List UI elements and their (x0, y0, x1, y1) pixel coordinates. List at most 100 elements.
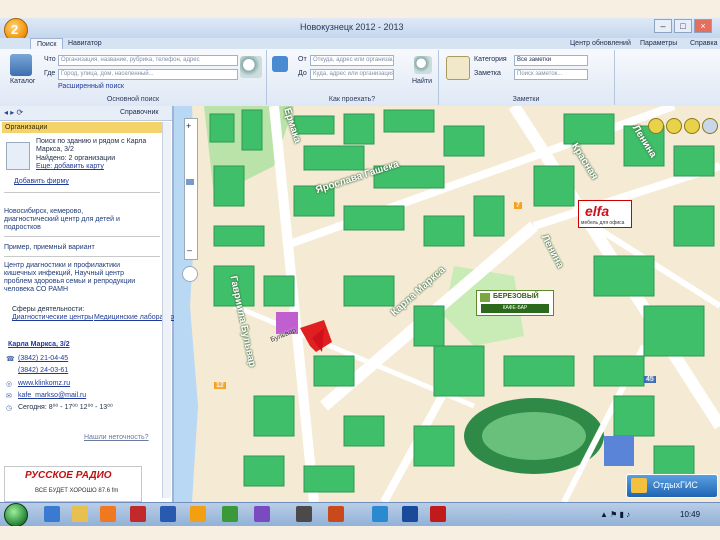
zoom-out-icon[interactable]: – (187, 245, 192, 255)
website-link[interactable]: www.klinkomz.ru (18, 380, 70, 388)
activities-label: Сферы деятельности: (12, 306, 85, 313)
extended-search-link[interactable]: Расширенный поиск (58, 83, 124, 90)
route-to-input[interactable]: Куда, адрес или организация (310, 69, 394, 80)
route-from-input[interactable]: Откуда, адрес или организация (310, 55, 394, 66)
organizations-header: Организации (2, 122, 165, 133)
notes-icon[interactable] (446, 56, 470, 80)
window-title: Новокузнецк 2012 - 2013 (300, 22, 404, 32)
map-canvas[interactable]: Ермака Ярослава Гашека Красная Ленина Ле… (174, 106, 720, 502)
search-icon[interactable] (240, 56, 262, 78)
taskbar-skype-icon[interactable] (372, 506, 388, 522)
berezovy-poi[interactable]: БЕРЕЗОВЫЙ КАФЕ-БАР (476, 290, 554, 316)
route-find-icon[interactable] (414, 56, 432, 74)
taskbar-opera-icon[interactable] (130, 506, 146, 522)
result-line-1: Поиск по зданию и рядом с Карла (36, 138, 147, 145)
org1-line-1[interactable]: Новосибирск, кемерово, (4, 208, 83, 216)
activity-diagnostic-link[interactable]: Диагностические центры (12, 314, 93, 322)
hours-text: Сегодня: 8⁰⁰ - 17⁰⁰ 12⁰⁰ - 13⁰⁰ (18, 404, 113, 411)
search-group: Каталог Что Организация, название, рубри… (0, 50, 267, 105)
catalog-icon[interactable] (10, 54, 32, 76)
app-logo-icon: 2 (11, 22, 19, 37)
left-panel-scrollbar[interactable] (162, 122, 171, 498)
phone-2[interactable]: (3842) 24-03-61 (18, 367, 68, 375)
berezovy-title: БЕРЕЗОВЫЙ (493, 293, 539, 300)
taskbar-clock[interactable]: 10:49 (680, 510, 700, 519)
tray-icons[interactable]: ▲ ⚑ ▮ ♪ (600, 510, 630, 519)
taskbar-media-icon[interactable] (100, 506, 116, 522)
map-tool-print-icon[interactable] (666, 118, 682, 134)
notes-category-select[interactable]: Все заметки (514, 55, 588, 66)
minimize-button[interactable]: – (654, 19, 672, 33)
globe-icon: ◎ (6, 381, 13, 388)
help-link[interactable]: Справка (690, 38, 717, 49)
otdyhgis-button[interactable]: ОтдыхГИС (626, 474, 718, 498)
result-line-4[interactable]: Еще: добавить карту (36, 163, 104, 171)
map-graphics (174, 106, 720, 502)
catalog-button[interactable]: Каталог (10, 78, 35, 85)
search-group-label: Основной поиск (106, 96, 160, 103)
zoom-slider[interactable]: + – (184, 118, 198, 260)
route-find-button[interactable]: Найти (412, 78, 432, 85)
where-input[interactable]: Город, улица, дом, населенный... (58, 69, 238, 80)
route-group-label: Как проехать? (328, 96, 376, 103)
map-search-icon[interactable] (182, 266, 198, 282)
taskbar-2gis-icon[interactable] (190, 506, 206, 522)
document-icon (6, 142, 30, 170)
zoom-in-icon[interactable]: + (186, 121, 191, 131)
nav-arrows-icon[interactable]: ◂ ▸ ⟳ (4, 108, 23, 117)
elfa-subtitle: мебель для офиса (581, 220, 625, 226)
org3-line-4[interactable]: человека СО РАМН (4, 286, 68, 294)
leaf-icon (480, 293, 490, 302)
org3-line-3[interactable]: проблем здоровья семьи и репродукции (4, 278, 135, 286)
otdyhgis-icon (631, 478, 647, 493)
taskbar-app2-icon[interactable] (296, 506, 312, 522)
notes-group: Категория Все заметки Заметка Поиск заме… (438, 50, 615, 105)
taskbar-excel-icon[interactable] (222, 506, 238, 522)
poi-number-1[interactable]: 12 (214, 382, 226, 389)
taskbar-app3-icon[interactable] (402, 506, 418, 522)
add-firm-link[interactable]: Добавить фирму (14, 178, 69, 186)
window-controls: – □ × (654, 19, 712, 33)
left-panel-toolbar: ◂ ▸ ⟳ Справочник (0, 106, 172, 121)
clock-icon: ◷ (6, 405, 13, 412)
route-group: От Откуда, адрес или организация До Куда… (266, 50, 439, 105)
route-to-label: До (298, 70, 307, 77)
email-link[interactable]: kafe_markso@mail.ru (18, 392, 86, 400)
elfa-poi[interactable]: elfa мебель для офиса (578, 200, 632, 228)
taskbar-explorer-icon[interactable] (72, 506, 88, 522)
report-inaccuracy-link[interactable]: Нашли неточность? (84, 434, 149, 442)
ad-tagline: ВСЕ БУДЕТ ХОРОШО 87.6 fm (35, 488, 119, 494)
org2-name[interactable]: Пример, приемный вариант (4, 244, 95, 252)
phone-1[interactable]: (3842) 21-04-45 (18, 355, 68, 363)
separator (4, 192, 160, 193)
zoom-handle[interactable] (186, 179, 194, 185)
start-button[interactable] (4, 503, 28, 527)
notes-search-input[interactable]: Поиск заметок... (514, 69, 588, 80)
settings-link[interactable]: Параметры (640, 38, 677, 49)
address-link[interactable]: Карла Маркса, 3/2 (8, 341, 70, 349)
bottom-strip (0, 526, 720, 540)
org1-line-3[interactable]: подростков (4, 224, 41, 232)
taskbar-powerpoint-icon[interactable] (328, 506, 344, 522)
taskbar-pdf-icon[interactable] (430, 506, 446, 522)
close-button[interactable]: × (694, 19, 712, 33)
updates-center-link[interactable]: Центр обновлений (570, 38, 631, 49)
map-tool-settings-icon[interactable] (702, 118, 718, 134)
poi-number-2[interactable]: 7 (514, 202, 522, 209)
directory-label[interactable]: Справочник (120, 109, 159, 116)
org3-line-1[interactable]: Центр диагностики и профилактики (4, 262, 120, 270)
map-tool-ruler-icon[interactable] (648, 118, 664, 134)
maximize-button[interactable]: □ (674, 19, 692, 33)
taskbar-ie-icon[interactable] (44, 506, 60, 522)
what-input[interactable]: Организация, название, рубрика, телефон,… (58, 55, 238, 66)
map-tool-layers-icon[interactable] (684, 118, 700, 134)
elfa-logo: elfa (585, 203, 610, 219)
taskbar-word-icon[interactable] (160, 506, 176, 522)
ad-banner[interactable]: РУССКОЕ РАДИО ВСЕ БУДЕТ ХОРОШО 87.6 fm (4, 466, 142, 502)
org1-line-2[interactable]: диагностический центр для детей и (4, 216, 120, 224)
tab-navigator[interactable]: Навигатор (62, 38, 108, 49)
org3-line-2[interactable]: кишечных инфекций, Научный центр (4, 270, 124, 278)
poi-number-3[interactable]: 45 (644, 376, 656, 383)
taskbar-app-icon[interactable] (254, 506, 270, 522)
notes-category-label: Категория (474, 56, 507, 63)
